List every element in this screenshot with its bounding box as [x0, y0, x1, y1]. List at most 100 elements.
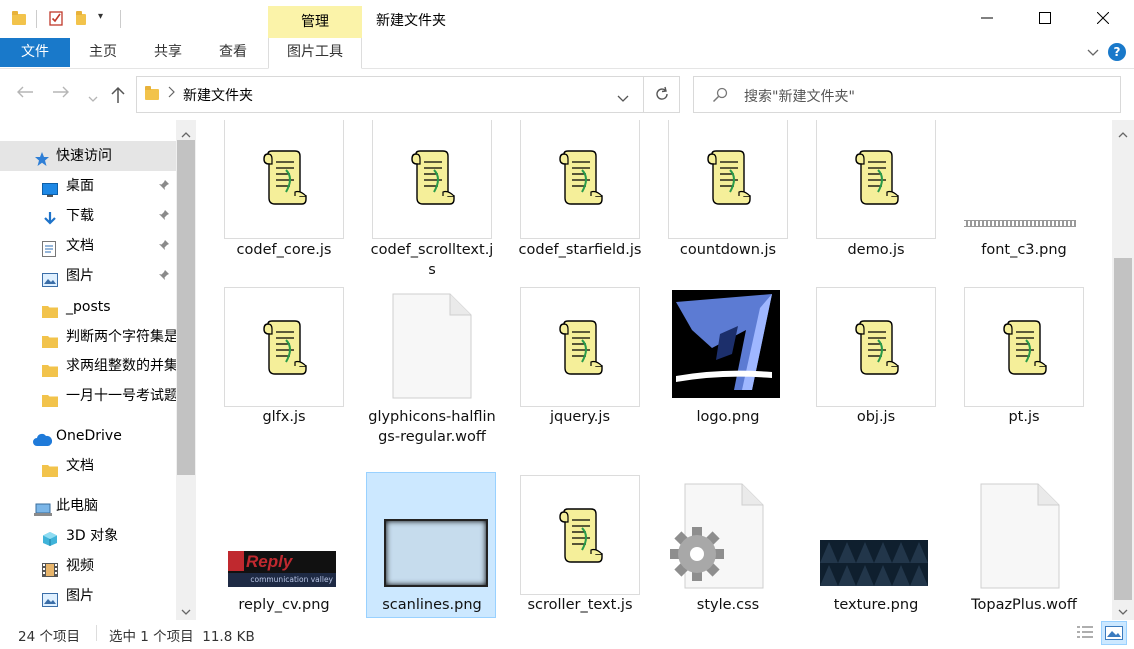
sidebar-item[interactable]: 求两组整数的并集: [0, 351, 176, 381]
file-item[interactable]: countdown.js: [668, 120, 798, 620]
folder-icon: [145, 86, 159, 100]
file-item[interactable]: scanlines.png: [366, 120, 502, 620]
sidebar-item[interactable]: 快速访问: [0, 141, 176, 171]
sidebar-item[interactable]: OneDrive: [0, 421, 176, 451]
sidebar-item[interactable]: 下载: [0, 201, 176, 231]
file-name: style.css: [696, 597, 760, 613]
sidebar-item[interactable]: 视频: [0, 551, 176, 581]
file-name: scroller_text.js: [527, 597, 633, 613]
file-name: codef_core.js: [236, 242, 332, 258]
address-history-icon[interactable]: [617, 91, 629, 107]
sidebar-item[interactable]: 桌面: [0, 171, 176, 201]
js-file-icon: [520, 120, 640, 239]
file-item[interactable]: jquery.js: [520, 120, 650, 620]
file-item[interactable]: obj.js: [816, 120, 946, 620]
file-item[interactable]: pt.js: [964, 120, 1094, 620]
content-scroll-thumb[interactable]: [1114, 258, 1132, 600]
sidebar-item-label: 图片: [66, 588, 94, 604]
sidebar-item[interactable]: 3D 对象: [0, 521, 176, 551]
tab-view[interactable]: 查看: [205, 38, 261, 67]
close-button[interactable]: [1074, 0, 1132, 38]
file-item[interactable]: Reply communication valley reply_cv.png: [224, 120, 354, 620]
js-file-icon: [964, 287, 1084, 407]
refresh-button[interactable]: [643, 76, 680, 113]
pin-icon[interactable]: [158, 233, 170, 261]
help-icon[interactable]: ?: [1108, 43, 1126, 61]
file-name: jquery.js: [549, 409, 610, 425]
divider: [120, 10, 121, 28]
sidebar-item[interactable]: 此电脑: [0, 491, 176, 521]
sidebar-scrollbar[interactable]: [176, 120, 196, 620]
tab-picture-tools[interactable]: 图片工具: [268, 38, 362, 69]
file-item[interactable]: logo.png: [668, 120, 798, 620]
sidebar-item-label: 一月十一号考试题: [66, 388, 176, 404]
cloud-icon: [32, 428, 53, 446]
scroll-up-icon[interactable]: [1118, 126, 1128, 142]
recent-locations-icon[interactable]: [88, 88, 98, 108]
picture-icon: [42, 588, 58, 607]
file-name: scanlines.png: [382, 597, 482, 613]
sidebar-item-label: 文档: [66, 238, 94, 254]
sidebar-item-label: 3D 对象: [66, 528, 119, 544]
tab-home[interactable]: 主页: [75, 38, 131, 67]
file-item[interactable]: font_c3.png: [964, 120, 1094, 620]
minimize-button[interactable]: [958, 0, 1016, 38]
sidebar-item[interactable]: 判断两个字符集是: [0, 322, 176, 352]
pin-icon[interactable]: [158, 173, 170, 201]
breadcrumb-chevron-icon[interactable]: [167, 86, 175, 101]
sidebar-item[interactable]: 文档: [0, 231, 176, 261]
sidebar-item[interactable]: 图片: [0, 581, 176, 611]
content-scrollbar[interactable]: [1112, 120, 1134, 620]
new-folder-icon[interactable]: [76, 10, 92, 26]
maximize-icon: [1039, 12, 1051, 24]
scroll-down-icon[interactable]: [181, 604, 191, 620]
details-view-icon[interactable]: [1076, 624, 1094, 644]
forward-icon[interactable]: [52, 84, 70, 104]
sidebar-item[interactable]: 图片: [0, 261, 176, 291]
up-icon[interactable]: [110, 86, 126, 109]
back-icon[interactable]: [16, 84, 34, 104]
js-file-icon: [372, 120, 492, 239]
folder-icon: [12, 10, 28, 26]
breadcrumb-current[interactable]: 新建文件夹: [183, 85, 253, 105]
tab-manage[interactable]: 管理: [268, 6, 362, 38]
js-file-icon: [520, 287, 640, 407]
properties-icon[interactable]: [48, 10, 64, 26]
blank-file-icon: [392, 293, 472, 403]
large-icons-view-button[interactable]: [1101, 621, 1127, 645]
expand-ribbon-icon[interactable]: [1087, 46, 1099, 60]
file-item[interactable]: TopazPlus.woff: [964, 120, 1094, 620]
file-item[interactable]: style.css: [668, 120, 798, 620]
pin-icon[interactable]: [158, 203, 170, 231]
file-item[interactable]: codef_starfield.js: [519, 120, 650, 620]
sidebar-item[interactable]: 一月十一号考试题: [0, 381, 176, 411]
file-item[interactable]: codef_core.js: [224, 120, 354, 620]
customize-toolbar-icon[interactable]: ▾: [98, 11, 114, 27]
file-name: codef_starfield.js: [518, 242, 642, 258]
picture-icon: [42, 268, 58, 287]
sidebar-item-label: OneDrive: [56, 428, 122, 444]
js-file-icon: [816, 120, 936, 239]
file-item[interactable]: demo.js: [816, 120, 946, 620]
pin-icon[interactable]: [158, 263, 170, 291]
maximize-button[interactable]: [1016, 0, 1074, 38]
file-item[interactable]: glyphicons-halflings-regular.woff: [368, 120, 502, 620]
file-item[interactable]: codef_scrolltext.js: [371, 120, 502, 620]
file-item[interactable]: glfx.js: [224, 120, 354, 620]
sidebar-scroll-thumb[interactable]: [177, 140, 195, 475]
sidebar-item-label: 图片: [66, 268, 94, 284]
sidebar-item[interactable]: _posts: [0, 292, 176, 322]
tab-file[interactable]: 文件: [0, 38, 70, 67]
tab-share[interactable]: 共享: [140, 38, 196, 67]
file-name: logo.png: [696, 409, 760, 425]
address-bar[interactable]: 新建文件夹: [136, 76, 680, 113]
search-input[interactable]: 搜索"新建文件夹": [693, 76, 1121, 113]
file-item[interactable]: scroller_text.js: [520, 120, 650, 620]
sidebar-item-label: _posts: [66, 299, 111, 315]
scroll-down-icon[interactable]: [1118, 604, 1128, 620]
title-bar: ▾ 管理 新建文件夹: [0, 0, 1134, 38]
file-item[interactable]: texture.png: [816, 120, 946, 620]
minimize-icon: [981, 17, 993, 19]
status-bar: 24 个项目 选中 1 个项目 11.8 KB: [0, 620, 1134, 649]
sidebar-item[interactable]: 文档: [0, 451, 176, 481]
